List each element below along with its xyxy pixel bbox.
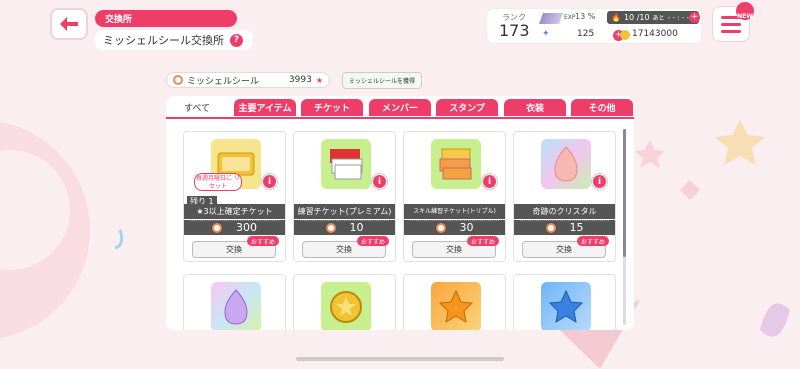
item-cost: 10 — [294, 220, 395, 235]
item-card[interactable] — [183, 274, 286, 330]
recommended-tag: おすすめ — [247, 236, 280, 246]
currency-name: ミッシェルシール — [187, 76, 260, 87]
star-gem-icon: ✦ — [542, 29, 550, 39]
item-name: 奇跡のクリスタル — [514, 204, 615, 219]
stamina-suffix: あと — [652, 15, 665, 22]
recommended-tag: おすすめ — [467, 236, 500, 246]
tab-main-items[interactable]: 主要アイテム — [234, 99, 296, 116]
home-indicator — [296, 357, 504, 361]
scroll-thumb[interactable] — [623, 129, 626, 257]
michelle-seal-icon — [435, 222, 446, 233]
star-gem-count: 125 — [577, 29, 595, 39]
stamina-display: 🔥 10 /10 あと - - : - - — [607, 11, 699, 24]
currency-display: ミッシェルシール 3993 ★ — [166, 72, 330, 88]
page-header: 交換所 ミッシェルシール交換所 ? — [95, 7, 253, 50]
back-button[interactable] — [50, 8, 88, 40]
tab-members[interactable]: メンバー — [369, 99, 431, 116]
cost-value: 30 — [459, 221, 474, 234]
tab-underline — [166, 117, 634, 119]
crystal-icon — [541, 139, 591, 189]
item-cost: 15 — [514, 220, 615, 235]
michelle-seal-icon — [212, 222, 222, 233]
skill-ticket-icon — [431, 139, 481, 189]
item-name: 練習チケット(プレミアム) — [294, 204, 395, 219]
info-icon[interactable]: i — [372, 174, 387, 189]
cost-value: 15 — [569, 221, 584, 234]
item-name: スキル練習チケット(トリプル) — [404, 204, 505, 219]
scrollbar[interactable] — [623, 129, 626, 325]
stamina-timer: - - : - - — [667, 13, 689, 22]
arrow-left-icon — [60, 17, 78, 31]
player-status-panel: ランク 173 EXP 13 % 🔥 10 /10 あと - - : - - +… — [486, 8, 702, 44]
item-card[interactable] — [293, 274, 396, 330]
star-coin-icon — [321, 282, 371, 330]
tab-others[interactable]: その他 — [571, 99, 633, 116]
info-icon[interactable]: i — [262, 174, 277, 189]
section-tag: 交換所 — [95, 10, 237, 27]
tab-all[interactable]: すべて — [172, 99, 222, 116]
item-cost: 30 — [404, 220, 505, 235]
new-badge: NEW — [736, 2, 754, 20]
tab-tickets[interactable]: チケット — [301, 99, 363, 116]
stamina-value: 10 /10 — [623, 13, 650, 22]
practice-ticket-icon — [321, 139, 371, 189]
item-name: ★3以上確定チケット — [184, 204, 285, 219]
item-card[interactable] — [513, 274, 616, 330]
item-card[interactable]: 毎週月曜日に リセット i 残り 1 ★3以上確定チケット 300 交換 おすす… — [183, 131, 286, 262]
reset-note: 毎週月曜日に リセット — [194, 173, 242, 191]
exchange-panel: すべて 主要アイテム チケット メンバー スタンプ 衣装 その他 毎週月曜日に … — [166, 96, 634, 330]
flame-icon: 🔥 — [611, 13, 621, 22]
michelle-seal-icon — [545, 222, 556, 233]
page-title-box: ミッシェルシール交換所 ? — [95, 30, 253, 50]
recommended-tag: おすすめ — [577, 236, 610, 246]
item-card[interactable]: i 奇跡のクリスタル 15 交換 おすすめ — [513, 131, 616, 262]
page-title: ミッシェルシール交換所 — [103, 34, 224, 47]
seal-star-icon: ★ — [315, 75, 323, 85]
item-card[interactable] — [403, 274, 506, 330]
help-icon[interactable]: ? — [230, 33, 243, 47]
currency-amount: 3993 — [288, 75, 312, 85]
info-icon[interactable]: i — [592, 174, 607, 189]
item-cost: 300 — [184, 220, 285, 235]
exp-bar — [538, 13, 564, 24]
obtain-seal-button[interactable]: ミッシェルシールを獲得 — [342, 72, 422, 89]
cost-value: 300 — [236, 221, 257, 234]
recommended-tag: おすすめ — [357, 236, 390, 246]
menu-icon-bar — [721, 22, 741, 26]
michelle-seal-icon — [325, 222, 336, 233]
item-card[interactable]: i 練習チケット(プレミアム) 10 交換 おすすめ — [293, 131, 396, 262]
rank-value: 173 — [499, 21, 530, 40]
info-icon[interactable]: i — [482, 174, 497, 189]
michelle-seal-icon — [173, 75, 183, 85]
coin-count: 17143000 — [632, 29, 678, 39]
tab-costumes[interactable]: 衣装 — [504, 99, 566, 116]
purple-crystal-icon — [211, 282, 261, 330]
menu-icon-bar — [721, 29, 741, 33]
cost-value: 10 — [349, 221, 364, 234]
item-card[interactable]: i スキル練習チケット(トリプル) 30 交換 おすすめ — [403, 131, 506, 262]
blue-star-icon — [541, 282, 591, 330]
coin-icon — [620, 30, 630, 40]
stamina-add-button[interactable]: + — [689, 12, 700, 23]
exp-percent: 13 % — [575, 12, 596, 21]
exp-label: EXP — [564, 14, 576, 21]
tab-stamps[interactable]: スタンプ — [436, 99, 498, 116]
orange-star-icon — [431, 282, 481, 330]
